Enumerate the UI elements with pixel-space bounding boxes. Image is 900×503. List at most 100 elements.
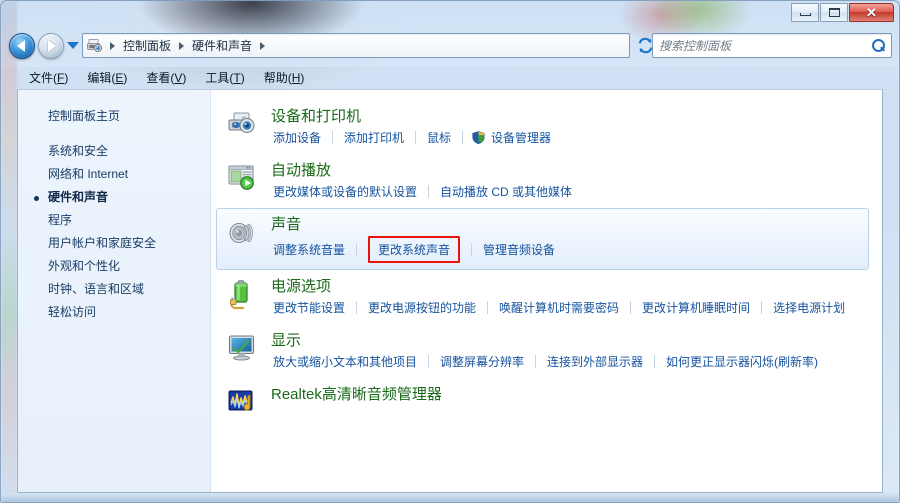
category-display[interactable]: 显示 放大或缩小文本和其他项目 调整屏幕分辨率 连接到外部显示器 如何更正显示器闪烁(刷… <box>216 324 869 378</box>
task-link[interactable]: 如何更正显示器闪烁(刷新率) <box>664 352 820 371</box>
task-link[interactable]: 自动播放 CD 或其他媒体 <box>438 182 574 201</box>
task-link-label[interactable]: 添加打印机 <box>342 128 406 147</box>
breadcrumb-control-panel[interactable]: 控制面板 <box>119 36 175 55</box>
link-separator <box>654 355 656 368</box>
task-link[interactable]: 更改媒体或设备的默认设置 <box>271 182 419 201</box>
window-left-glass-edge <box>1 1 17 501</box>
menu-item-3[interactable]: 查看(V) <box>146 69 186 86</box>
category-realtek-hd-audio-manager[interactable]: Realtek高清晰音频管理器 <box>216 378 869 432</box>
task-link[interactable]: 鼠标 <box>425 128 453 147</box>
task-link[interactable]: 连接到外部显示器 <box>545 352 645 371</box>
category-title-devices-and-printers[interactable]: 设备和打印机 <box>271 107 858 127</box>
task-link-label[interactable]: 设备管理器 <box>489 128 553 147</box>
link-separator <box>332 131 334 144</box>
forward-arrow-icon <box>48 40 56 52</box>
category-power-options[interactable]: 电源选项 更改节能设置 更改电源按钮的功能 唤醒计算机时需要密码 更改计算机睡眠时间 选择… <box>216 270 869 324</box>
category-title-autoplay[interactable]: 自动播放 <box>271 161 858 181</box>
sidebar-item-2[interactable]: 网络和 Internet <box>18 163 210 186</box>
task-link[interactable]: 调整屏幕分辨率 <box>438 352 526 371</box>
task-link[interactable]: 调整系统音量 <box>271 240 347 259</box>
task-link-label[interactable]: 更改节能设置 <box>271 298 347 317</box>
task-link[interactable]: 设备管理器 <box>472 128 553 147</box>
search-icon <box>872 39 885 52</box>
maximize-button[interactable] <box>820 3 848 22</box>
task-link[interactable]: 唤醒计算机时需要密码 <box>497 298 621 317</box>
task-link-label[interactable]: 选择电源计划 <box>771 298 847 317</box>
speaker-icon <box>229 223 253 243</box>
window-controls: ✕ <box>791 3 894 22</box>
menu-item-2[interactable]: 编辑(E) <box>87 69 127 86</box>
task-link[interactable]: 放大或缩小文本和其他项目 <box>271 352 419 371</box>
task-link-label[interactable]: 添加设备 <box>271 128 323 147</box>
sidebar-item-control-panel-home[interactable]: 控制面板主页 <box>18 105 210 128</box>
task-link-label[interactable]: 调整屏幕分辨率 <box>438 352 526 371</box>
sidebar-item-7[interactable]: 时钟、语言和区域 <box>18 278 210 301</box>
printer-camera-icon <box>228 112 255 133</box>
category-sound[interactable]: 声音调整系统音量 更改系统声音 管理音频设备 <box>216 208 869 270</box>
task-link-label[interactable]: 调整系统音量 <box>271 240 347 259</box>
category-body: 设备和打印机 添加设备 添加打印机 鼠标 设备管理器 <box>267 107 858 147</box>
address-bar[interactable]: 控制面板 硬件和声音 <box>82 33 630 58</box>
task-link-label[interactable]: 管理音频设备 <box>481 240 557 259</box>
task-link-label[interactable]: 唤醒计算机时需要密码 <box>497 298 621 317</box>
category-title-sound[interactable]: 声音 <box>271 215 858 235</box>
task-link-label[interactable]: 放大或缩小文本和其他项目 <box>271 352 419 371</box>
task-link-label[interactable]: 如何更正显示器闪烁(刷新率) <box>664 352 820 371</box>
search-box[interactable]: 搜索控制面板 <box>652 33 892 58</box>
back-button[interactable] <box>9 33 35 59</box>
task-link-label[interactable]: 自动播放 CD 或其他媒体 <box>438 182 574 201</box>
sidebar-item-8[interactable]: 轻松访问 <box>18 301 210 324</box>
link-separator <box>415 131 417 144</box>
close-button[interactable]: ✕ <box>849 3 894 22</box>
task-link-label[interactable]: 连接到外部显示器 <box>545 352 645 371</box>
autoplay-icon-wrap <box>227 161 267 201</box>
task-link-label[interactable]: 更改媒体或设备的默认设置 <box>271 182 419 201</box>
sidebar-item-6[interactable]: 外观和个性化 <box>18 255 210 278</box>
menu-item-1[interactable]: 文件(F) <box>29 69 68 86</box>
category-body: Realtek高清晰音频管理器 <box>267 385 858 406</box>
category-autoplay[interactable]: 自动播放 更改媒体或设备的默认设置 自动播放 CD 或其他媒体 <box>216 154 869 208</box>
control-panel-icon <box>86 37 104 54</box>
category-devices-and-printers[interactable]: 设备和打印机 添加设备 添加打印机 鼠标 设备管理器 <box>216 100 869 154</box>
control-panel-window: ✕ 控制面板 硬件和声音 搜索控制面板 文件(F) 编辑(E) 查看(V) 工具… <box>0 0 900 503</box>
task-link[interactable]: 添加设备 <box>271 128 323 147</box>
link-separator <box>428 185 430 198</box>
link-separator <box>630 301 632 314</box>
task-link[interactable]: 更改计算机睡眠时间 <box>640 298 752 317</box>
task-link[interactable]: 更改节能设置 <box>271 298 347 317</box>
task-link-label[interactable]: 更改电源按钮的功能 <box>366 298 478 317</box>
link-separator <box>535 355 537 368</box>
breadcrumb-separator-0[interactable] <box>110 41 115 50</box>
sidebar-item-5[interactable]: 用户帐户和家庭安全 <box>18 232 210 255</box>
category-title-power-options[interactable]: 电源选项 <box>271 277 858 297</box>
forward-button[interactable] <box>38 33 64 59</box>
sidebar-item-3[interactable]: 硬件和声音 <box>18 186 210 209</box>
link-separator <box>471 243 473 256</box>
search-input[interactable]: 搜索控制面板 <box>659 37 872 54</box>
link-separator <box>487 301 489 314</box>
task-link[interactable]: 管理音频设备 <box>481 240 557 259</box>
minimize-button[interactable] <box>791 3 819 22</box>
task-link-label[interactable]: 更改计算机睡眠时间 <box>640 298 752 317</box>
task-link-label[interactable]: 鼠标 <box>425 128 453 147</box>
link-separator <box>356 301 358 314</box>
link-separator <box>356 243 358 256</box>
sidebar-item-1[interactable]: 系统和安全 <box>18 140 210 163</box>
battery-icon-wrap <box>227 277 267 317</box>
menu-item-4[interactable]: 工具(T) <box>205 69 244 86</box>
category-links: 放大或缩小文本和其他项目 调整屏幕分辨率 连接到外部显示器 如何更正显示器闪烁(刷新率… <box>271 352 858 371</box>
task-link-label[interactable]: 更改系统声音 <box>376 240 452 259</box>
highlighted-task-link[interactable]: 更改系统声音 <box>368 236 461 263</box>
minimize-icon <box>799 13 811 16</box>
sidebar-item-4[interactable]: 程序 <box>18 209 210 232</box>
task-link[interactable]: 更改电源按钮的功能 <box>366 298 478 317</box>
breadcrumb-separator-2[interactable] <box>260 41 266 50</box>
task-link[interactable]: 选择电源计划 <box>771 298 847 317</box>
category-title-display[interactable]: 显示 <box>271 331 858 351</box>
recent-pages-dropdown[interactable] <box>67 42 79 49</box>
task-link[interactable]: 添加打印机 <box>342 128 406 147</box>
menu-item-5[interactable]: 帮助(H) <box>264 69 305 86</box>
breadcrumb-hardware-and-sound[interactable]: 硬件和声音 <box>188 36 256 55</box>
category-title-realtek-hd-audio-manager[interactable]: Realtek高清晰音频管理器 <box>271 385 858 405</box>
breadcrumb-separator-1[interactable] <box>179 41 185 50</box>
